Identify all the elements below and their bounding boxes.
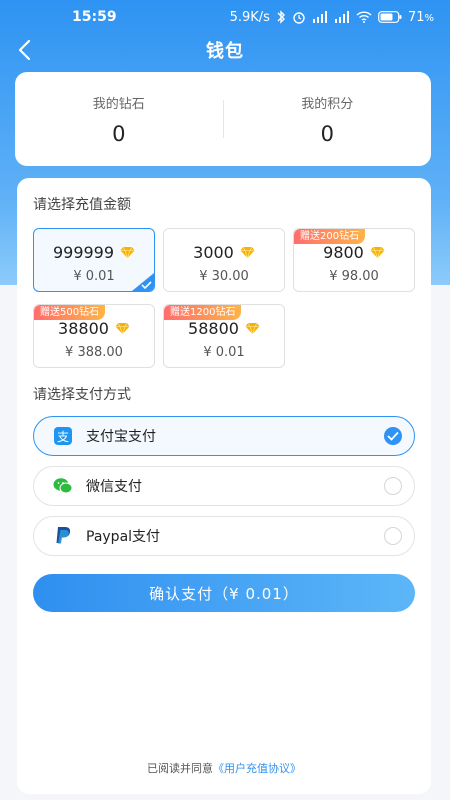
wifi-icon (356, 11, 372, 23)
paypal-icon (52, 525, 74, 547)
package-option[interactable]: 999999 ¥ 0.01 (33, 228, 155, 292)
signal-icon (312, 11, 327, 23)
network-speed: 5.9K/s (229, 9, 270, 25)
package-price: ¥ 98.00 (329, 269, 379, 284)
diamond-icon (120, 246, 135, 259)
wallet-summary-card: 我的钻石 0 我的积分 0 (15, 72, 431, 166)
bonus-badge: 赠送200钻石 (294, 229, 366, 244)
package-price: ¥ 388.00 (65, 345, 123, 360)
diamond-icon (245, 322, 260, 335)
bluetooth-icon (277, 10, 285, 24)
battery-level: 71% (407, 9, 434, 25)
package-option[interactable]: 赠送500钻石 38800 ¥ 388.00 (33, 304, 155, 368)
recharge-card: 请选择充值金额 999999 ¥ 0.01 3000 ¥ 30.00 赠送200… (17, 178, 431, 794)
page-title: 钱包 (206, 41, 244, 62)
diamonds-label: 我的钻石 (92, 96, 145, 112)
points-label: 我的积分 (301, 96, 354, 112)
radio-checked-icon[interactable] (384, 427, 402, 445)
package-amount: 999999 (52, 243, 115, 262)
diamond-icon (370, 246, 385, 259)
agreement-text: 已阅读并同意《用户充值协议》 (17, 760, 431, 776)
recharge-section-label: 请选择充值金额 (33, 197, 131, 213)
status-icons: 5.9K/s 71% (230, 10, 434, 25)
points-summary: 我的积分 0 (224, 93, 432, 146)
svg-text:支: 支 (57, 430, 69, 444)
agreement-link[interactable]: 《用户充值协议》 (213, 762, 301, 775)
payment-option-wechat[interactable]: 微信支付 (33, 466, 415, 506)
back-button[interactable] (10, 36, 38, 64)
radio-unchecked-icon[interactable] (384, 477, 402, 495)
payment-option-alipay[interactable]: 支 支付宝支付 (33, 416, 415, 456)
diamond-icon (240, 246, 255, 259)
diamonds-value: 0 (112, 121, 126, 146)
package-option[interactable]: 赠送1200钻石 58800 ¥ 0.01 (163, 304, 285, 368)
package-option[interactable]: 3000 ¥ 30.00 (163, 228, 285, 292)
wechat-icon (52, 475, 74, 497)
payment-section-label: 请选择支付方式 (33, 387, 131, 403)
battery-icon (378, 11, 402, 23)
alipay-icon: 支 (52, 425, 74, 447)
confirm-pay-button[interactable]: 确认支付（¥ 0.01） (33, 574, 415, 612)
bonus-badge: 赠送500钻石 (34, 305, 106, 320)
package-amount: 9800 (323, 243, 364, 262)
nav-bar: 钱包 (0, 34, 450, 66)
package-amount: 58800 (188, 319, 239, 338)
package-price: ¥ 0.01 (203, 345, 245, 360)
agreement-prefix: 已阅读并同意 (147, 762, 213, 775)
package-price: ¥ 30.00 (199, 269, 249, 284)
selected-check-icon (132, 273, 154, 291)
bonus-badge: 赠送1200钻石 (164, 305, 242, 320)
status-time: 15:59 (72, 9, 117, 25)
diamond-icon (115, 322, 130, 335)
payment-label: 微信支付 (86, 479, 142, 495)
package-amount: 3000 (193, 243, 234, 262)
package-amount: 38800 (58, 319, 109, 338)
signal-icon-2 (334, 11, 349, 23)
points-value: 0 (320, 121, 334, 146)
payment-label: Paypal支付 (86, 529, 161, 545)
status-bar: 15:59 5.9K/s 71% (0, 0, 450, 34)
package-option[interactable]: 赠送200钻石 9800 ¥ 98.00 (293, 228, 415, 292)
radio-unchecked-icon[interactable] (384, 527, 402, 545)
payment-label: 支付宝支付 (86, 429, 156, 445)
alarm-icon (293, 12, 305, 24)
diamonds-summary: 我的钻石 0 (15, 93, 223, 146)
chevron-left-icon (18, 39, 31, 61)
payment-option-paypal[interactable]: Paypal支付 (33, 516, 415, 556)
